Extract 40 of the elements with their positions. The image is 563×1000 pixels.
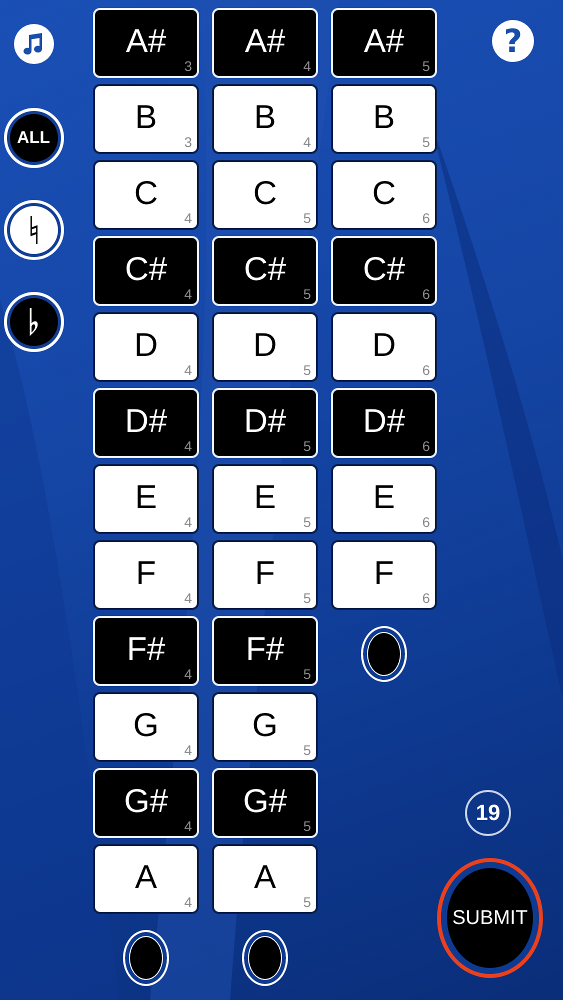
note-key[interactable]: D# 4	[93, 388, 199, 458]
note-key[interactable]: F# 5	[212, 616, 318, 686]
note-key[interactable]: B 4	[212, 84, 318, 154]
note-key[interactable]: F 6	[331, 540, 437, 610]
note-key[interactable]: G 5	[212, 692, 318, 762]
note-key[interactable]: C 6	[331, 160, 437, 230]
note-key[interactable]: D 4	[93, 312, 199, 382]
column-scroll-button[interactable]	[361, 626, 407, 682]
note-key[interactable]: E 4	[93, 464, 199, 534]
note-key[interactable]: A# 5	[331, 8, 437, 78]
note-key[interactable]: F 4	[93, 540, 199, 610]
note-key[interactable]: C# 6	[331, 236, 437, 306]
note-key[interactable]: E 5	[212, 464, 318, 534]
note-key[interactable]: G 4	[93, 692, 199, 762]
note-key[interactable]: C 5	[212, 160, 318, 230]
note-key[interactable]: A# 3	[93, 8, 199, 78]
submit-button[interactable]: SUBMIT	[437, 858, 543, 978]
counter-badge: 19	[465, 790, 511, 836]
note-key[interactable]: F# 4	[93, 616, 199, 686]
help-button[interactable]: ?	[492, 20, 534, 62]
note-key[interactable]: C# 5	[212, 236, 318, 306]
note-key[interactable]: B 5	[331, 84, 437, 154]
column-scroll-button[interactable]	[123, 930, 169, 986]
note-key[interactable]: G# 5	[212, 768, 318, 838]
note-key[interactable]: D# 6	[331, 388, 437, 458]
note-key[interactable]: B 3	[93, 84, 199, 154]
flat-button[interactable]	[4, 292, 64, 352]
music-note-icon[interactable]	[14, 24, 54, 64]
note-key[interactable]: C 4	[93, 160, 199, 230]
note-key[interactable]: A 4	[93, 844, 199, 914]
note-key[interactable]: D# 5	[212, 388, 318, 458]
note-key[interactable]: G# 4	[93, 768, 199, 838]
note-key[interactable]: F 5	[212, 540, 318, 610]
note-key[interactable]: C# 4	[93, 236, 199, 306]
note-key[interactable]: D 5	[212, 312, 318, 382]
note-key[interactable]: D 6	[331, 312, 437, 382]
note-key[interactable]: A# 4	[212, 8, 318, 78]
note-key[interactable]: A 5	[212, 844, 318, 914]
all-button[interactable]: ALL	[4, 108, 64, 168]
note-key[interactable]: E 6	[331, 464, 437, 534]
